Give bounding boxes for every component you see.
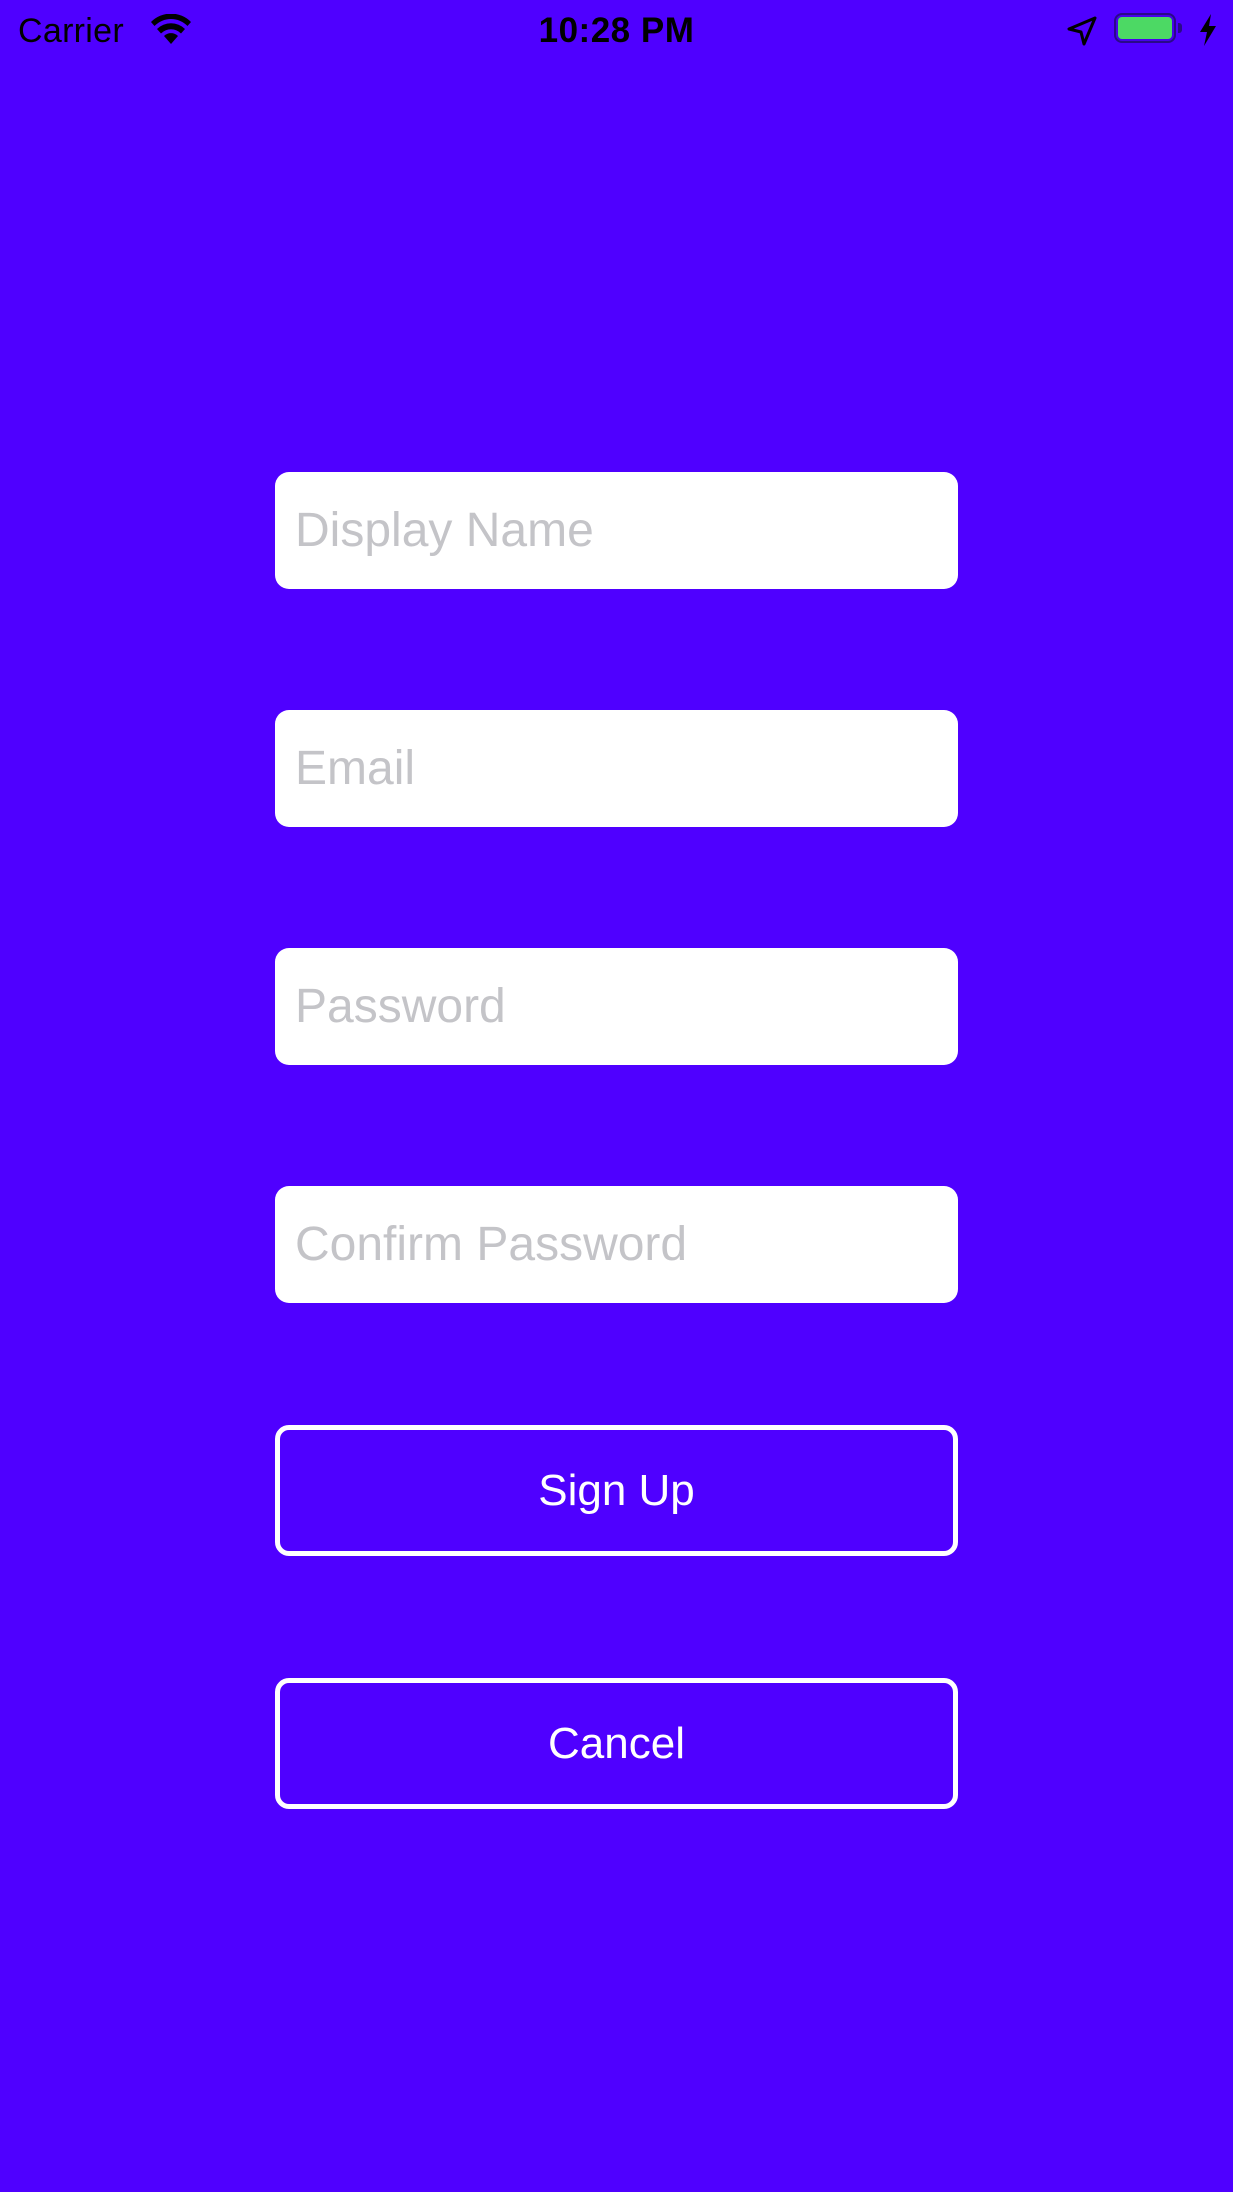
password-field[interactable] <box>275 948 958 1065</box>
confirm-password-input[interactable] <box>275 1186 958 1303</box>
display-name-input[interactable] <box>275 472 958 589</box>
confirm-password-field[interactable] <box>275 1186 958 1303</box>
sign-up-button[interactable]: Sign Up <box>275 1425 958 1556</box>
email-input[interactable] <box>275 710 958 827</box>
display-name-field[interactable] <box>275 472 958 589</box>
signup-form: Sign Up Cancel <box>0 0 1233 2192</box>
password-input[interactable] <box>275 948 958 1065</box>
cancel-button[interactable]: Cancel <box>275 1678 958 1809</box>
email-field[interactable] <box>275 710 958 827</box>
